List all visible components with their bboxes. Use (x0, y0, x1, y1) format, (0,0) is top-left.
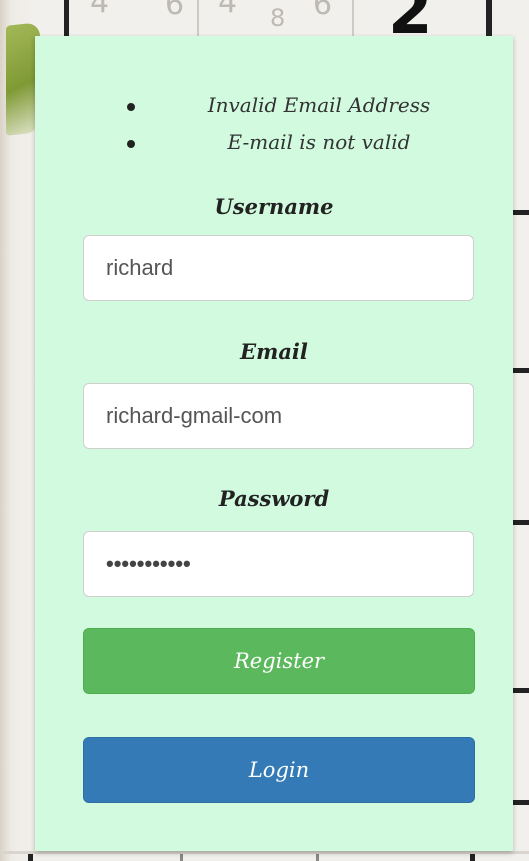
background-digit: 6 (165, 0, 185, 22)
error-message: Invalid Email Address (207, 93, 431, 117)
grid-line (513, 800, 529, 805)
grid-line (0, 851, 529, 854)
email-label: Email (240, 339, 308, 364)
error-list: Invalid Email Address E-mail is not vali… (35, 92, 513, 166)
grid-line (64, 0, 69, 36)
error-item: Invalid Email Address (35, 92, 513, 129)
background-digit: 8 (270, 4, 286, 32)
grid-line (486, 0, 492, 36)
username-label: Username (214, 194, 334, 219)
register-button[interactable]: Register (83, 628, 475, 694)
password-input[interactable] (83, 531, 474, 597)
background-digit: 6 (313, 0, 333, 22)
grid-line (197, 0, 199, 36)
bullet-icon (127, 103, 135, 111)
background-digit: 4 (218, 0, 238, 20)
password-label: Password (218, 486, 330, 511)
grid-line (513, 688, 529, 693)
grid-line (352, 0, 354, 36)
username-input[interactable] (83, 235, 474, 301)
grid-line (513, 368, 529, 373)
login-button[interactable]: Login (83, 737, 475, 803)
error-item: E-mail is not valid (35, 129, 513, 166)
grid-line (513, 210, 529, 215)
bullet-icon (127, 140, 135, 148)
error-message: E-mail is not valid (227, 130, 411, 154)
background-digit: 4 (90, 0, 110, 20)
grid-line (513, 520, 529, 525)
register-panel: Invalid Email Address E-mail is not vali… (35, 36, 513, 851)
email-input[interactable] (83, 383, 474, 449)
